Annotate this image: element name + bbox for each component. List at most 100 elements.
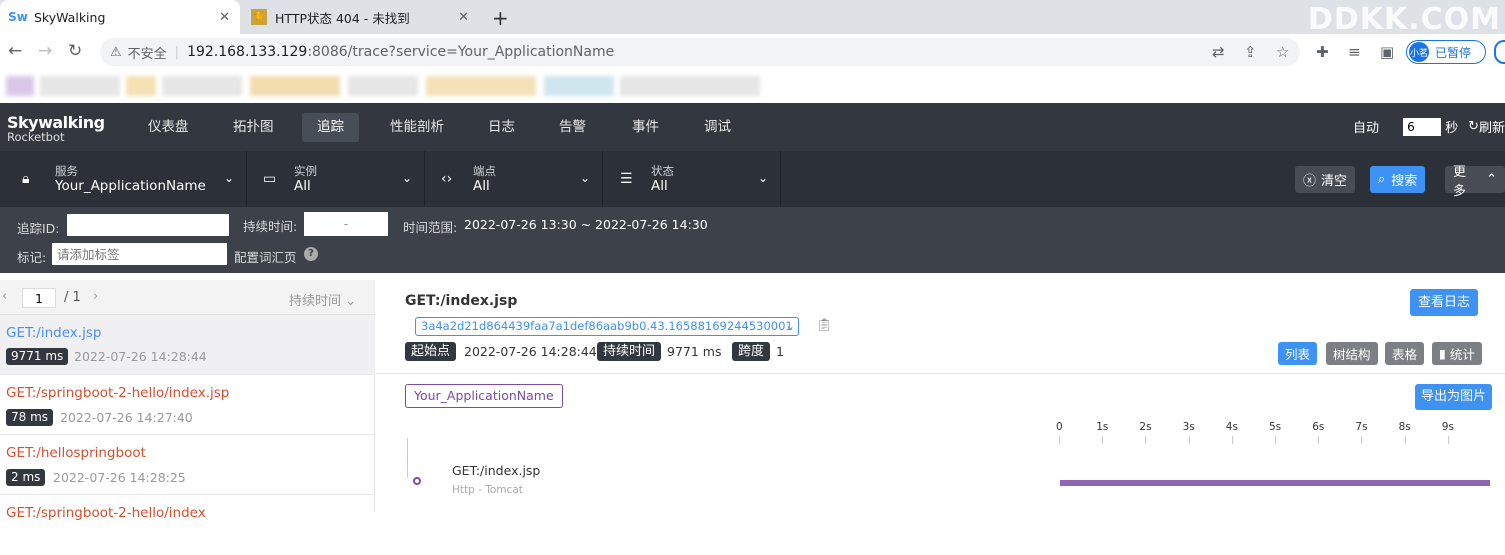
duration-tag: 持续时间	[597, 342, 662, 361]
view-tree-button[interactable]: 树结构	[1326, 342, 1378, 365]
span-node-icon	[413, 477, 421, 485]
nav-dashboard[interactable]: 仪表盘	[140, 113, 197, 142]
duration-separator: -	[343, 216, 349, 231]
page-input[interactable]	[22, 288, 56, 308]
service-select[interactable]: 🔒︎ 服务 Your_ApplicationName ⌄	[0, 151, 247, 207]
bookmark-item[interactable]	[250, 76, 340, 96]
close-tab-icon[interactable]: ✕	[458, 10, 469, 25]
trace-item[interactable]: GET:/index.jsp 9771 ms 2022-07-26 14:28:…	[0, 315, 375, 375]
menu-icon[interactable]	[1494, 40, 1505, 64]
clear-label: 清空	[1321, 174, 1348, 189]
tab-skywalking[interactable]: Sw SkyWalking ✕	[0, 0, 240, 34]
nav-topology[interactable]: 拓扑图	[225, 113, 282, 142]
refresh-label[interactable]: 刷新	[1479, 117, 1505, 136]
sort-label: 持续时间	[289, 294, 342, 309]
chevron-down-icon: ⌄	[785, 319, 795, 333]
next-page-icon[interactable]: ›	[93, 289, 98, 304]
view-list-button[interactable]: 列表	[1278, 342, 1318, 365]
skywalking-logo[interactable]: Skywalking Rocketbot	[7, 113, 105, 144]
sort-select[interactable]: 持续时间 ⌄	[289, 290, 356, 309]
divider	[375, 373, 1505, 374]
tags-input[interactable]	[52, 243, 227, 265]
duration-range-input[interactable]: -	[304, 212, 388, 236]
trace-item[interactable]: GET:/hellospringboot 2 ms 2022-07-26 14:…	[0, 435, 375, 495]
tab-title: HTTP状态 404 - 未找到	[275, 10, 410, 26]
chevron-down-icon: ⌄	[401, 171, 412, 185]
tab-http-404[interactable]: 🐈 HTTP状态 404 - 未找到 ✕	[241, 0, 479, 34]
bookmark-item[interactable]	[426, 76, 536, 96]
bookmark-item[interactable]	[40, 76, 120, 96]
more-button[interactable]: 更多 ⌃	[1445, 165, 1505, 199]
extensions-icon[interactable]: ✚	[1316, 43, 1329, 61]
nav-alarm[interactable]: 告警	[551, 113, 594, 142]
span-value: 1	[776, 344, 784, 359]
tags-config-label[interactable]: 配置词汇页	[234, 247, 297, 266]
trace-id-input[interactable]	[67, 214, 229, 236]
timeline-tick-mark	[1188, 436, 1190, 444]
filter-bar: 🔒︎ 服务 Your_ApplicationName ⌄ ▭ 实例 All ⌄ …	[0, 151, 1505, 207]
span-component: Http - Tomcat	[452, 484, 523, 496]
share-icon[interactable]: ⇪	[1244, 43, 1257, 61]
close-tab-icon[interactable]: ✕	[219, 10, 230, 25]
back-icon[interactable]: ←	[8, 41, 22, 61]
forward-icon[interactable]: →	[38, 41, 52, 61]
bookmark-item[interactable]	[544, 76, 614, 96]
export-image-button[interactable]: 导出为图片	[1415, 384, 1493, 410]
view-table-button[interactable]: 表格	[1385, 342, 1425, 365]
refresh-icon[interactable]: ↻	[1468, 119, 1479, 134]
start-value: 2022-07-26 14:28:44	[464, 344, 597, 359]
copy-icon[interactable]: 📋︎	[816, 318, 833, 333]
status-select[interactable]: ☰ 状态 All ⌄	[603, 151, 781, 207]
prev-page-icon[interactable]: ‹	[2, 289, 7, 304]
tags-label: 标记:	[17, 250, 47, 265]
nav-profiling[interactable]: 性能剖析	[382, 113, 452, 142]
search-icon: ⌕	[1378, 172, 1386, 187]
trace-id-select[interactable]: 3a4a2d21d864439faa7a1def86aab9b0.43.1658…	[415, 317, 799, 336]
bookmark-item[interactable]	[620, 76, 760, 96]
timeline-tick-mark	[1059, 436, 1060, 444]
span-name[interactable]: GET:/index.jsp	[452, 463, 540, 478]
translate-icon[interactable]: ⇄	[1212, 43, 1225, 61]
timeline-tick-label: 3s	[1182, 421, 1195, 433]
span-duration-bar[interactable]	[1060, 480, 1490, 486]
auto-unit: 秒	[1445, 121, 1459, 136]
trace-duration: 78 ms	[6, 409, 54, 426]
instance-label: 实例	[294, 164, 317, 178]
time-range-value[interactable]: 2022-07-26 13:30 ~ 2022-07-26 14:30	[464, 217, 708, 232]
bookmark-item[interactable]	[6, 76, 34, 96]
bookmark-star-icon[interactable]: ☆	[1276, 43, 1289, 61]
trace-id-label: 追踪ID:	[17, 221, 60, 236]
clear-button[interactable]: ⓧ 清空	[1295, 166, 1356, 193]
trace-name: GET:/hellospringboot	[6, 445, 146, 461]
address-bar[interactable]: ⚠ 不安全 | 192.168.133.129:8086/trace?servi…	[100, 38, 1300, 66]
separator: |	[174, 44, 180, 60]
view-stats-label: 统计	[1449, 347, 1475, 362]
trace-item[interactable]: GET:/springboot-2-hello/index	[0, 495, 375, 555]
view-stats-button[interactable]: ▮ 统计	[1432, 342, 1482, 365]
trace-name: GET:/index.jsp	[6, 325, 102, 341]
view-list-label: 列表	[1285, 347, 1311, 362]
nav-debug[interactable]: 调试	[696, 113, 739, 142]
timeline-tick-mark	[1275, 436, 1276, 444]
nav-event[interactable]: 事件	[624, 113, 667, 142]
search-button[interactable]: ⌕ 搜索	[1370, 166, 1426, 193]
bookmark-item[interactable]	[162, 76, 242, 96]
instance-select[interactable]: ▭ 实例 All ⌄	[247, 151, 425, 207]
nav-log[interactable]: 日志	[480, 113, 523, 142]
view-logs-button[interactable]: 查看日志	[1410, 289, 1479, 316]
reload-icon[interactable]: ↻	[68, 41, 82, 61]
profile-button[interactable]: 小茗 已暂停	[1406, 40, 1486, 64]
nav-trace[interactable]: 追踪	[302, 113, 359, 142]
media-icon[interactable]: ≡	[1348, 43, 1361, 61]
sidepanel-icon[interactable]: ▣	[1380, 43, 1394, 61]
bookmark-item[interactable]	[126, 76, 156, 96]
new-tab-icon[interactable]: +	[492, 6, 509, 30]
auto-refresh: 自动 秒 ↻ 刷新	[1353, 117, 1505, 136]
trace-item[interactable]: GET:/springboot-2-hello/index.jsp 78 ms …	[0, 375, 375, 435]
auto-interval-input[interactable]	[1403, 117, 1442, 136]
search-conditions: 追踪ID: 持续时间: - 时间范围: 2022-07-26 13:30 ~ 2…	[0, 207, 1505, 273]
help-icon[interactable]: ?	[304, 247, 318, 261]
bookmark-item[interactable]	[348, 76, 418, 96]
duration-value: 9771 ms	[667, 344, 722, 359]
endpoint-select[interactable]: ‹› 端点 All ⌄	[425, 151, 603, 207]
